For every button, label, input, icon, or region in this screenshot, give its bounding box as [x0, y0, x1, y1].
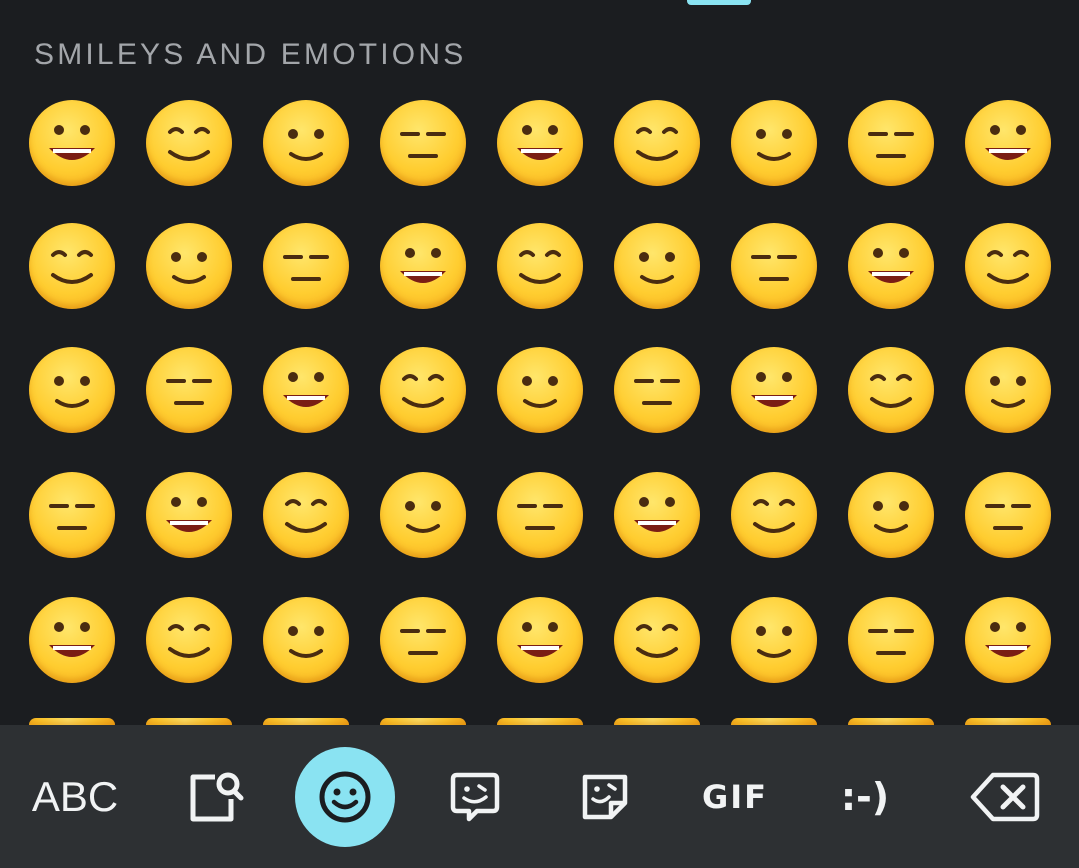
emoji-kissing-face-closed-eyes[interactable]	[263, 223, 349, 309]
emoji-hugging-face[interactable]	[731, 597, 817, 683]
emoji-squinting-face-tongue[interactable]	[731, 347, 817, 433]
emoji-partial-row[interactable]	[965, 718, 1051, 725]
emoji-partial-row[interactable]	[497, 718, 583, 725]
emoji-winking-face[interactable]	[29, 223, 115, 309]
keyboard-toolbar: ABC GIF:-)	[0, 725, 1079, 868]
gif-button[interactable]: GIF	[690, 725, 780, 868]
emoji-icon	[319, 771, 371, 822]
active-tab-highlight	[295, 746, 395, 847]
emoji-rolling-on-floor-laughing[interactable]	[848, 100, 934, 186]
emoji-partial-row[interactable]	[848, 718, 934, 725]
emoticon-button[interactable]: :-)	[820, 725, 910, 868]
emoji-smirking-face[interactable]	[380, 472, 466, 558]
emoji-smiling-face-tear[interactable]	[263, 347, 349, 433]
emoji-grid	[0, 0, 1079, 725]
emoji-saluting-face[interactable]	[29, 597, 115, 683]
emoji-see-no-evil-face[interactable]	[848, 597, 934, 683]
emoji-beaming-face[interactable]	[380, 100, 466, 186]
emoji-grinning-face-smiling-eyes[interactable]	[263, 100, 349, 186]
emoji-kissing-face[interactable]	[146, 223, 232, 309]
emoji-grinning-face-big-eyes[interactable]	[146, 100, 232, 186]
backspace-button[interactable]	[960, 725, 1050, 868]
emoji-search-icon	[190, 772, 244, 821]
emoji-pleading-face[interactable]	[380, 347, 466, 433]
emoji-search-button[interactable]	[175, 725, 255, 868]
emoji-partial-row[interactable]	[614, 718, 700, 725]
emoji-face-without-mouth[interactable]	[965, 472, 1051, 558]
emoji-grinning-face-sweat[interactable]	[614, 100, 700, 186]
emoji-face-blowing-kiss[interactable]	[497, 223, 583, 309]
emoji-pensive-face[interactable]	[614, 472, 700, 558]
emoji-partial-row[interactable]	[29, 718, 115, 725]
emoji-relieved-face[interactable]	[497, 472, 583, 558]
emoji-face-tears-of-joy[interactable]	[731, 100, 817, 186]
emoji-kissing-face-smiling-eyes[interactable]	[380, 223, 466, 309]
emoji-neutral-face[interactable]	[848, 472, 934, 558]
emoji-face-savoring-food[interactable]	[497, 347, 583, 433]
emoji-partial-row[interactable]	[380, 718, 466, 725]
emoji-zany-face[interactable]	[965, 347, 1051, 433]
emoji-tab-button[interactable]	[295, 725, 395, 868]
emoji-smiling-face-halo[interactable]	[29, 472, 115, 558]
emoji-heart-eyes[interactable]	[731, 223, 817, 309]
emoji-face-hand-over-mouth[interactable]	[380, 597, 466, 683]
emoji-winking-face-tongue[interactable]	[848, 347, 934, 433]
emoji-sticker-button[interactable]	[435, 725, 515, 868]
backspace-icon	[970, 772, 1040, 821]
emoji-shushing-face[interactable]	[263, 597, 349, 683]
sticker-button[interactable]	[565, 725, 645, 868]
emoji-face-screaming-in-fear[interactable]	[965, 597, 1051, 683]
emoji-slightly-smiling-face[interactable]	[146, 347, 232, 433]
emoji-smiling-face[interactable]	[263, 472, 349, 558]
emoji-face-open-eyes-hand-over-mouth[interactable]	[497, 597, 583, 683]
emoji-upside-down-face[interactable]	[29, 347, 115, 433]
abc-keyboard-button[interactable]: ABC	[20, 725, 130, 868]
emoji-star-struck[interactable]	[848, 223, 934, 309]
emoji-smiling-face-hearts[interactable]	[614, 223, 700, 309]
emoji-grinning-face[interactable]	[29, 100, 115, 186]
emoji-partial-row[interactable]	[146, 718, 232, 725]
emoji-smiling-face-smiling-eyes[interactable]	[146, 472, 232, 558]
emoji-yawning-face[interactable]	[614, 597, 700, 683]
emoji-partying-face[interactable]	[965, 223, 1051, 309]
emoji-loudly-crying-face[interactable]	[965, 100, 1051, 186]
emoji-face-with-tongue[interactable]	[614, 347, 700, 433]
emoji-thinking-face[interactable]	[146, 597, 232, 683]
emoji-partial-row[interactable]	[731, 718, 817, 725]
emoji-grinning-squinting-face[interactable]	[497, 100, 583, 186]
emoji-sticker-icon	[450, 772, 500, 821]
emoji-partial-row[interactable]	[263, 718, 349, 725]
emoji-expressionless-face[interactable]	[731, 472, 817, 558]
sticker-icon	[582, 774, 628, 819]
